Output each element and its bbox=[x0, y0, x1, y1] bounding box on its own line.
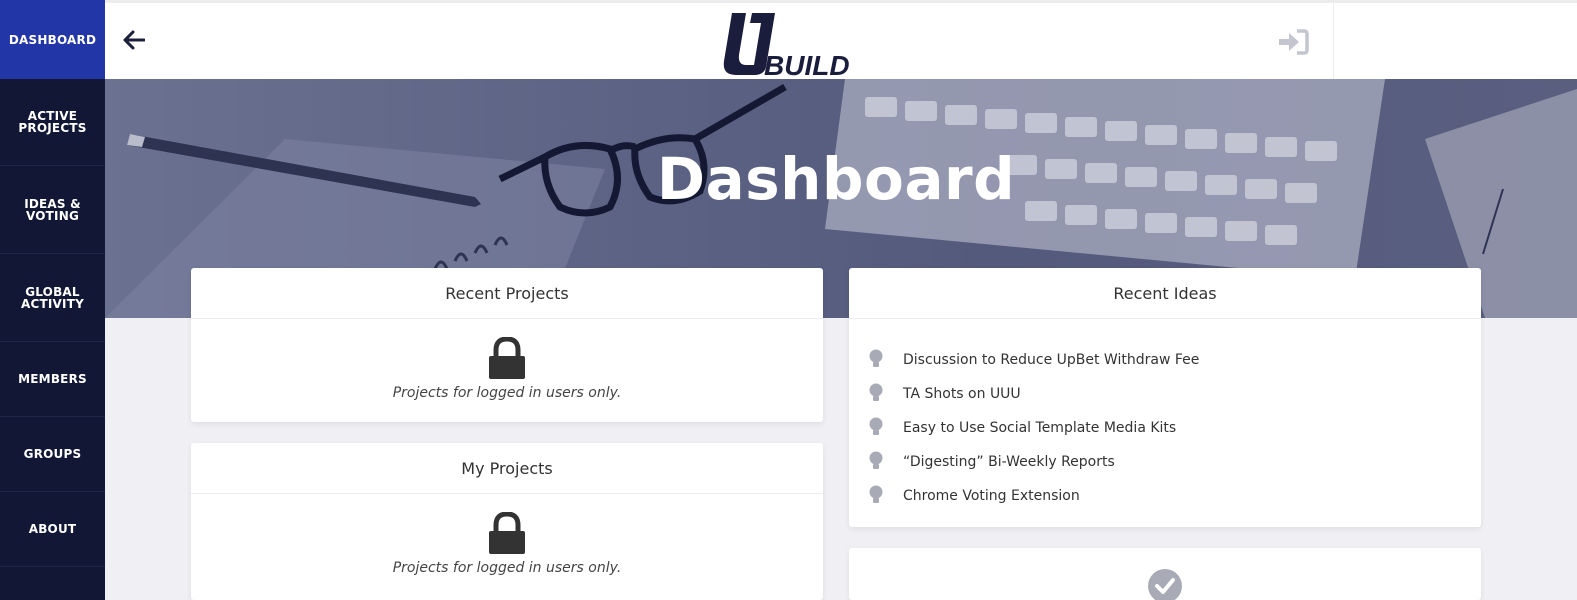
login-required-text: Projects for logged in users only. bbox=[392, 385, 622, 401]
ubuild-logo[interactable]: BUILD bbox=[720, 9, 850, 81]
lightbulb-icon bbox=[867, 451, 885, 473]
sidebar-item-label: GROUPS bbox=[23, 447, 82, 461]
sidebar-item-about[interactable]: ABOUT bbox=[0, 492, 105, 567]
recent-projects-card: Recent Projects Projects for logged in u… bbox=[191, 268, 823, 422]
sign-in-icon bbox=[1279, 29, 1309, 55]
my-projects-card: My Projects Projects for logged in users… bbox=[191, 443, 823, 600]
lightbulb-icon bbox=[867, 383, 885, 405]
idea-title: TA Shots on UUU bbox=[903, 386, 1021, 402]
locked-message: Projects for logged in users only. bbox=[191, 319, 823, 401]
list-item[interactable]: Discussion to Reduce UpBet Withdraw Fee bbox=[867, 343, 1481, 377]
ideas-list: Discussion to Reduce UpBet Withdraw Fee … bbox=[849, 319, 1481, 513]
label-line: IDEAS & bbox=[24, 196, 81, 211]
arrow-left-icon bbox=[123, 30, 145, 50]
sidebar-item-dashboard[interactable]: DASHBOARD bbox=[0, 0, 105, 79]
lightbulb-icon bbox=[867, 349, 885, 371]
lock-icon bbox=[489, 512, 525, 554]
login-button[interactable] bbox=[1275, 27, 1311, 57]
sidebar-item-label: IDEAS & VOTING bbox=[24, 198, 81, 222]
label-line: ACTIVITY bbox=[21, 296, 84, 311]
check-circle-icon bbox=[1148, 569, 1182, 600]
idea-title: “Digesting” Bi-Weekly Reports bbox=[903, 454, 1115, 470]
idea-title: Chrome Voting Extension bbox=[903, 488, 1080, 504]
sidebar: DASHBOARD ACTIVE PROJECTS IDEAS & VOTING… bbox=[0, 0, 105, 600]
label-line: GLOBAL bbox=[25, 284, 80, 299]
lightbulb-icon bbox=[867, 485, 885, 507]
list-item[interactable]: Easy to Use Social Template Media Kits bbox=[867, 411, 1481, 445]
label-line: PROJECTS bbox=[18, 121, 87, 135]
sidebar-item-label: DASHBOARD bbox=[8, 32, 97, 47]
list-item[interactable]: TA Shots on UUU bbox=[867, 377, 1481, 411]
sidebar-item-global-activity[interactable]: GLOBAL ACTIVITY bbox=[0, 254, 105, 342]
sidebar-item-members[interactable]: MEMBERS bbox=[0, 342, 105, 417]
list-item[interactable]: Chrome Voting Extension bbox=[867, 479, 1481, 513]
lightbulb-icon bbox=[867, 417, 885, 439]
logo-text: BUILD bbox=[764, 50, 850, 79]
sidebar-item-ideas-voting[interactable]: IDEAS & VOTING bbox=[0, 166, 105, 254]
label-line: VOTING bbox=[25, 208, 79, 223]
page-title: Dashboard bbox=[656, 145, 1016, 213]
card-title: Recent Ideas bbox=[849, 268, 1481, 319]
sidebar-item-groups[interactable]: GROUPS bbox=[0, 417, 105, 492]
voting-card bbox=[849, 548, 1481, 600]
login-required-text: Projects for logged in users only. bbox=[392, 560, 622, 576]
sidebar-item-label: GLOBAL ACTIVITY bbox=[21, 286, 84, 310]
card-title: Recent Projects bbox=[191, 268, 823, 319]
locked-message: Projects for logged in users only. bbox=[191, 494, 823, 576]
idea-title: Discussion to Reduce UpBet Withdraw Fee bbox=[903, 352, 1200, 368]
sidebar-item-label: ACTIVE PROJECTS bbox=[18, 110, 86, 134]
sidebar-item-active-projects[interactable]: ACTIVE PROJECTS bbox=[0, 79, 105, 166]
sidebar-item-label: MEMBERS bbox=[18, 372, 87, 386]
card-title: My Projects bbox=[191, 443, 823, 494]
recent-ideas-card: Recent Ideas Discussion to Reduce UpBet … bbox=[849, 268, 1481, 527]
top-bar: BUILD bbox=[105, 0, 1577, 81]
idea-title: Easy to Use Social Template Media Kits bbox=[903, 420, 1177, 436]
topbar-divider bbox=[1333, 3, 1334, 79]
lock-icon bbox=[489, 337, 525, 379]
sidebar-item-label: ABOUT bbox=[28, 522, 77, 536]
list-item[interactable]: “Digesting” Bi-Weekly Reports bbox=[867, 445, 1481, 479]
back-button[interactable] bbox=[121, 27, 147, 53]
